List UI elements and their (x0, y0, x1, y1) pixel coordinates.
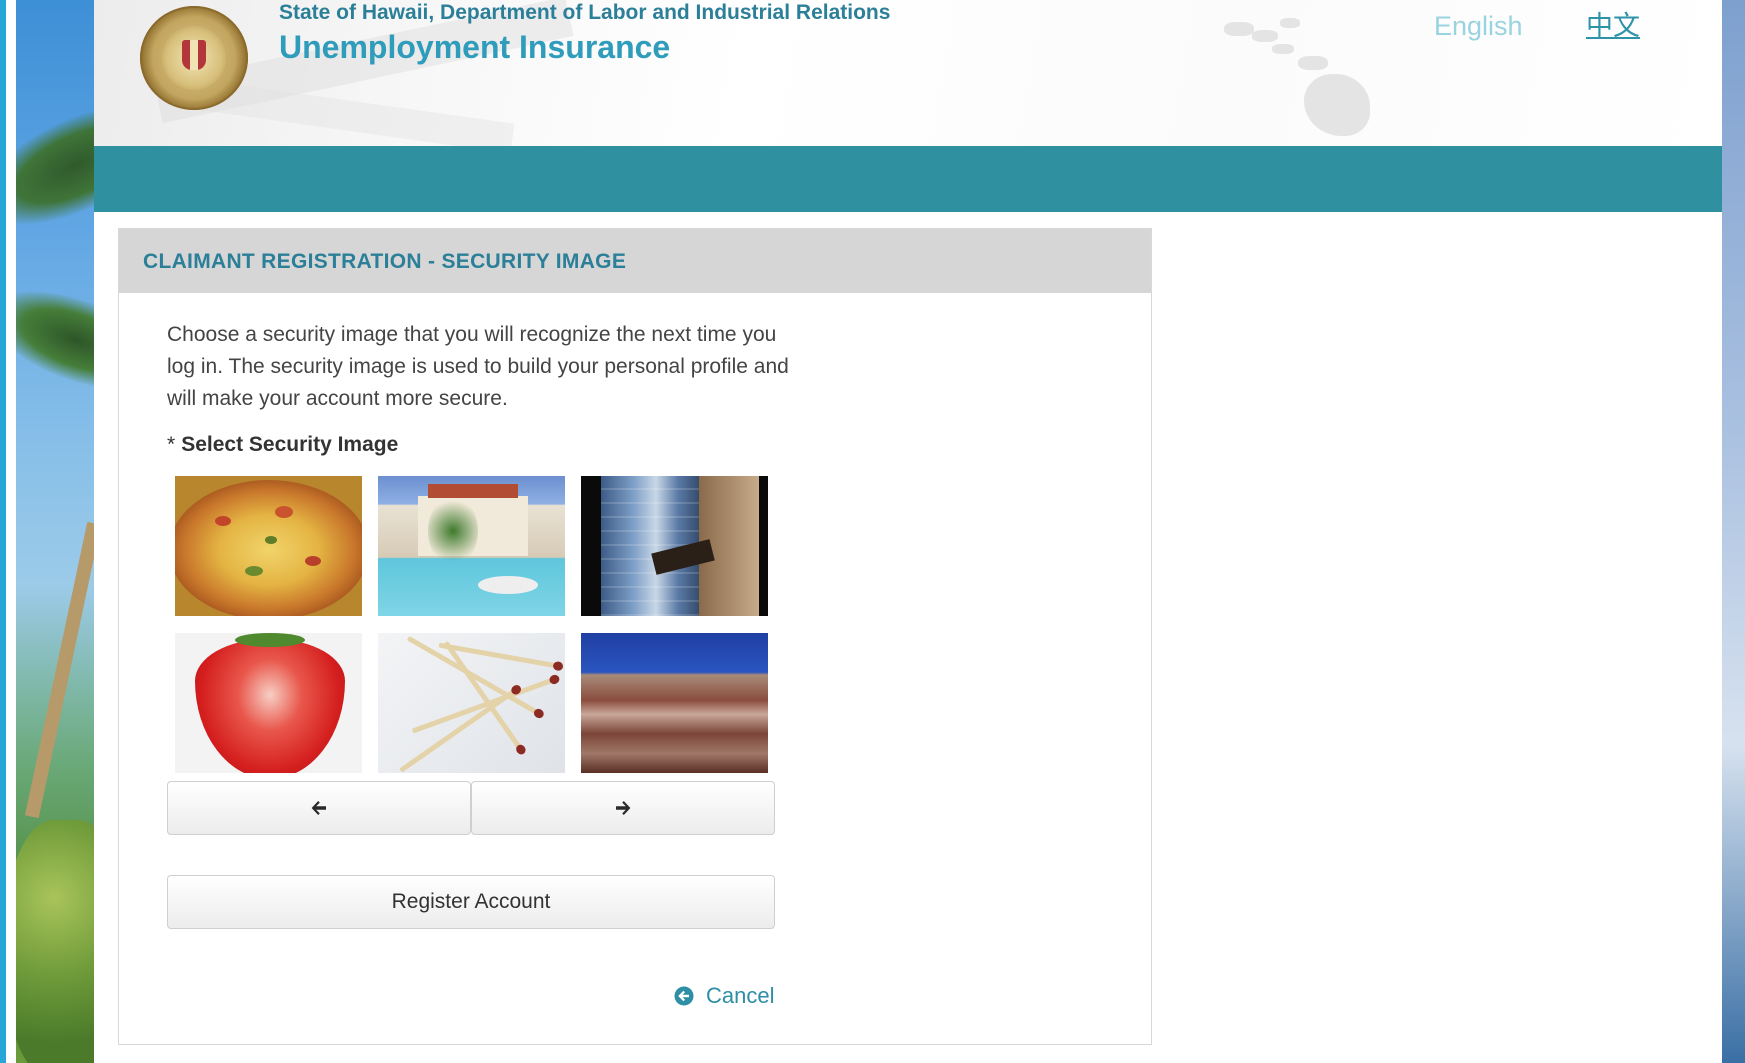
language-english-link[interactable]: English (1434, 10, 1523, 42)
required-marker: * (167, 433, 176, 456)
cancel-link[interactable]: Cancel (674, 981, 774, 1011)
site-header: State of Hawaii, Department of Labor and… (94, 0, 1722, 146)
navigation-bar (94, 146, 1722, 212)
security-image-pizza[interactable] (175, 476, 362, 616)
arrow-left-icon (311, 801, 326, 815)
select-security-image-label: * Select Security Image (167, 432, 398, 458)
security-image-grid (175, 476, 775, 776)
register-account-button[interactable]: Register Account (167, 875, 775, 929)
main-content: State of Hawaii, Department of Labor and… (94, 0, 1722, 1063)
select-label-text: Select Security Image (181, 433, 399, 456)
next-images-button[interactable] (471, 781, 775, 835)
cancel-label: Cancel (706, 983, 775, 1008)
background-image-right (1722, 0, 1745, 1063)
window-border-gap (6, 0, 16, 1063)
security-image-skyscraper[interactable] (581, 476, 768, 616)
background-palm-image-left (16, 0, 94, 1063)
department-name: State of Hawaii, Department of Labor and… (279, 1, 891, 24)
security-image-painted-desert[interactable] (581, 633, 768, 773)
security-image-panel: CLAIMANT REGISTRATION - SECURITY IMAGE C… (118, 228, 1152, 1045)
app-title[interactable]: Unemployment Insurance (279, 27, 670, 67)
state-seal-logo (140, 6, 248, 110)
panel-header: CLAIMANT REGISTRATION - SECURITY IMAGE (119, 229, 1151, 293)
language-chinese-link[interactable]: 中文 (1586, 10, 1640, 42)
arrow-right-icon (616, 801, 631, 815)
hawaii-islands-graphic (1224, 8, 1384, 143)
image-pager (167, 781, 775, 835)
panel-title: CLAIMANT REGISTRATION - SECURITY IMAGE (143, 250, 627, 273)
instructions-text: Choose a security image that you will re… (167, 323, 789, 410)
circle-arrow-left-icon (674, 986, 694, 1006)
security-image-matchsticks[interactable] (378, 633, 565, 773)
security-image-resort-pool[interactable] (378, 476, 565, 616)
security-image-strawberry[interactable] (175, 633, 362, 773)
previous-images-button[interactable] (167, 781, 471, 835)
